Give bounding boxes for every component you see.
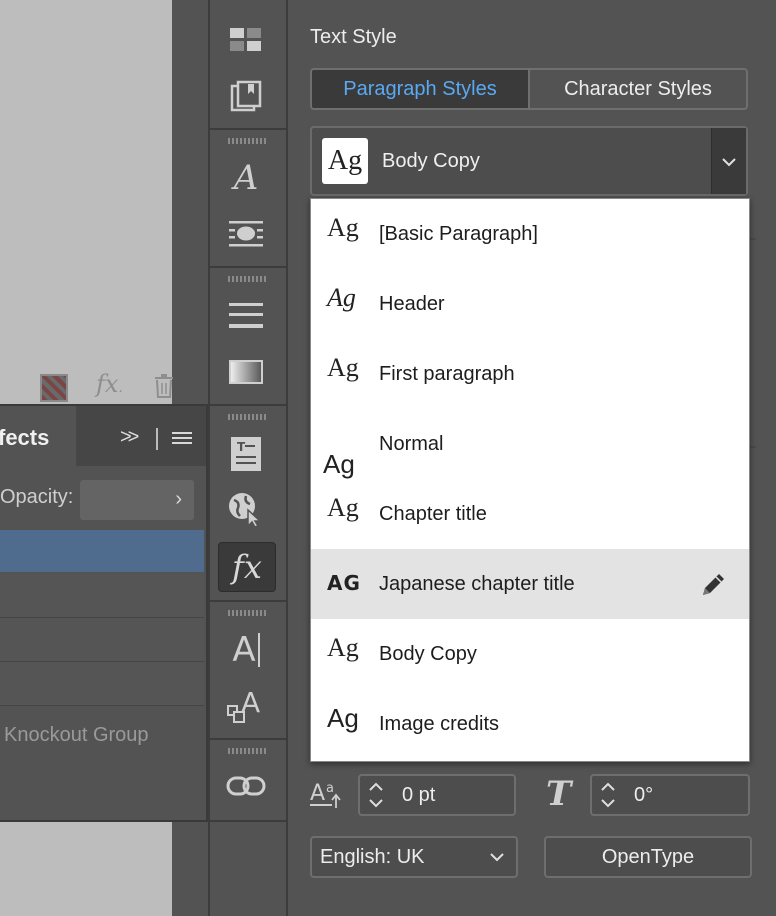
style-preview-swatch: Ag	[322, 138, 368, 184]
stepper-arrows-icon	[601, 782, 615, 808]
skew-stepper[interactable]	[590, 774, 626, 816]
text-wrap-icon[interactable]	[218, 210, 274, 258]
list-item[interactable]: Ag Chapter title	[311, 479, 749, 549]
panel-menu-icon[interactable]	[172, 432, 192, 446]
chevron-down-icon	[722, 158, 736, 167]
style-label: Normal	[379, 433, 444, 455]
list-item-highlighted[interactable]: AG Japanese chapter title	[311, 549, 749, 619]
dock-grip[interactable]	[228, 610, 266, 616]
dock-divider	[210, 820, 286, 822]
style-preview: Ag	[323, 449, 355, 479]
style-preview: Ag	[327, 353, 359, 382]
list-item[interactable]: Ag Header	[311, 269, 749, 339]
glyphs-icon[interactable]: A	[218, 682, 274, 730]
trash-icon[interactable]	[154, 374, 174, 398]
dock-divider	[210, 266, 286, 268]
opacity-field[interactable]: ›	[80, 480, 194, 520]
effects-row-stroke[interactable]	[0, 574, 204, 618]
list-item[interactable]: Ag Body Copy	[311, 619, 749, 689]
skew-icon: T	[546, 774, 572, 814]
style-label: Body Copy	[379, 643, 477, 665]
fx-icon[interactable]: fx.	[96, 370, 123, 398]
dock-divider	[210, 738, 286, 740]
svg-text:A: A	[310, 781, 325, 806]
paragraph-style-list: Ag [Basic Paragraph] Ag Header Ag First …	[310, 198, 750, 762]
swatches-grid-icon[interactable]	[218, 16, 274, 64]
panel-dock: A T fx A A	[208, 0, 288, 916]
list-item[interactable]: Ag Image credits	[311, 689, 749, 759]
selected-style-label: Body Copy	[382, 150, 480, 172]
dock-grip[interactable]	[228, 748, 266, 754]
dock-grip[interactable]	[228, 414, 266, 420]
paragraph-style-dropdown[interactable]: Ag Body Copy	[310, 126, 748, 196]
style-label: Image credits	[379, 713, 500, 735]
style-type-toggle: Paragraph Styles Character Styles	[310, 68, 748, 110]
style-label: [Basic Paragraph]	[379, 223, 538, 245]
dock-divider	[210, 600, 286, 602]
chevron-right-icon: ›	[175, 488, 182, 510]
style-label: Chapter title	[379, 503, 487, 525]
style-preview: AG	[327, 571, 361, 595]
style-label: Header	[379, 293, 445, 315]
stroke-icon[interactable]	[218, 292, 274, 340]
baseline-shift-field[interactable]: 0 pt	[392, 774, 516, 816]
dock-divider	[210, 128, 286, 130]
opacity-label: Opacity:	[0, 486, 74, 508]
tab-character-styles[interactable]: Character Styles	[530, 70, 746, 108]
style-label: First paragraph	[379, 363, 515, 385]
effects-row-object[interactable]	[0, 530, 204, 572]
skew-field[interactable]: 0°	[624, 774, 750, 816]
baseline-shift-stepper[interactable]	[358, 774, 394, 816]
language-value: English: UK	[320, 846, 425, 868]
effects-row-fill[interactable]	[0, 618, 204, 662]
style-label: Japanese chapter title	[379, 573, 575, 595]
character-icon[interactable]: A	[218, 626, 274, 674]
gradient-icon[interactable]	[218, 348, 274, 396]
collapse-panel-icon[interactable]: >>	[120, 426, 139, 449]
list-item[interactable]: Ag [Basic Paragraph]	[311, 199, 749, 269]
chevron-down-icon	[490, 853, 504, 862]
list-item[interactable]: Ag First paragraph	[311, 339, 749, 409]
tab-paragraph-styles[interactable]: Paragraph Styles	[312, 70, 530, 108]
svg-text:a: a	[326, 781, 334, 796]
edit-pencil-icon[interactable]	[699, 569, 729, 599]
style-preview: Ag	[327, 703, 359, 733]
opentype-button[interactable]: OpenType	[544, 836, 752, 878]
style-preview: Ag	[327, 213, 359, 242]
clear-effects-icon[interactable]	[40, 374, 68, 402]
character-styles-icon[interactable]: A	[218, 154, 274, 202]
baseline-shift-icon: A a	[310, 781, 341, 808]
effects-tab-title[interactable]: fects	[0, 406, 76, 466]
svg-text:T: T	[237, 440, 246, 454]
globe-cursor-icon[interactable]	[218, 486, 274, 534]
list-item[interactable]: Ag Normal	[311, 409, 749, 479]
dock-divider	[210, 404, 286, 406]
effects-panel: fects >> Opacity: › Knockout Group	[0, 404, 208, 822]
pages-icon[interactable]	[218, 72, 274, 120]
style-preview: Ag	[327, 493, 359, 522]
knockout-group-checkbox[interactable]: Knockout Group	[4, 724, 149, 747]
style-preview: Ag	[327, 633, 359, 662]
link-icon[interactable]	[218, 762, 274, 810]
dock-grip[interactable]	[228, 138, 266, 144]
text-frame-options-icon[interactable]: T	[218, 430, 274, 478]
dock-grip[interactable]	[228, 276, 266, 282]
effects-fx-icon[interactable]: fx	[218, 542, 276, 592]
style-preview: Ag	[327, 283, 356, 312]
dropdown-toggle[interactable]	[711, 128, 746, 194]
tabbar-separator	[156, 428, 158, 450]
stepper-arrows-icon	[369, 782, 383, 808]
effects-bottom-bar	[0, 770, 204, 820]
panel-title: Text Style	[310, 26, 397, 48]
language-select[interactable]: English: UK	[310, 836, 518, 878]
effects-row-text[interactable]	[0, 662, 204, 706]
